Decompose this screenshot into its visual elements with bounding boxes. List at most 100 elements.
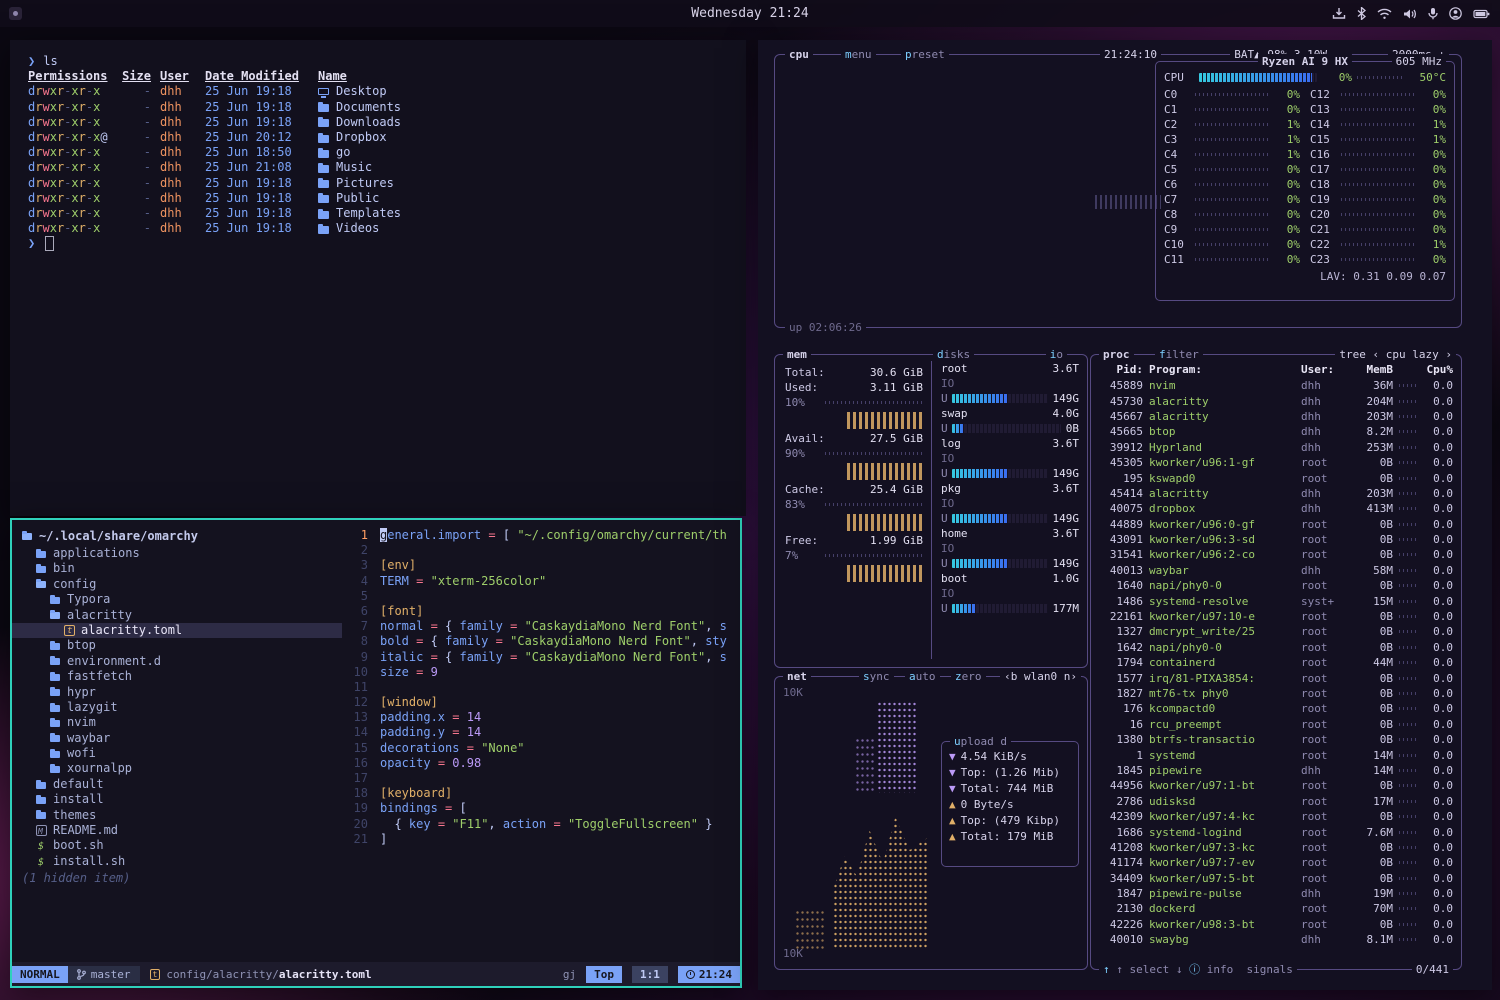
tree-item[interactable]: README.md: [12, 823, 342, 838]
editor-line[interactable]: 14padding.y = 14: [342, 725, 740, 740]
editor-line[interactable]: 17: [342, 771, 740, 786]
process-row[interactable]: 44889 kworker/u96:0-gf root 0B 0.0: [1099, 517, 1453, 532]
tree-root[interactable]: ~/.local/share/omarchy: [12, 528, 342, 544]
tree-item[interactable]: fastfetch: [12, 669, 342, 684]
tree-item[interactable]: alacritty.toml: [12, 623, 342, 638]
editor-line[interactable]: 16opacity = 0.98: [342, 756, 740, 771]
col-program[interactable]: Program:: [1149, 362, 1295, 377]
process-row[interactable]: 34409 kworker/u97:5-bt root 0B 0.0: [1099, 871, 1453, 886]
mic-icon[interactable]: [1428, 7, 1438, 20]
process-row[interactable]: 45730 alacritty dhh 204M 0.0: [1099, 393, 1453, 408]
editor-line[interactable]: 15decorations = "None": [342, 741, 740, 756]
battery-icon[interactable]: [1473, 9, 1490, 19]
process-row[interactable]: 42226 kworker/u98:3-bt root 0B 0.0: [1099, 917, 1453, 932]
editor-line[interactable]: 12[window]: [342, 695, 740, 710]
volume-icon[interactable]: [1403, 8, 1417, 20]
tree-item[interactable]: environment.d: [12, 654, 342, 669]
process-row[interactable]: 1 systemd root 14M 0.0: [1099, 747, 1453, 762]
editor-line[interactable]: 20 { key = "F11", action = "ToggleFullsc…: [342, 817, 740, 832]
proc-footer-controls[interactable]: ↑ ↑ select ↓ ⓘ info signals: [1099, 962, 1297, 977]
editor-line[interactable]: 13padding.x = 14: [342, 710, 740, 725]
process-row[interactable]: 40013 waybar dhh 58M 0.0: [1099, 563, 1453, 578]
tree-item[interactable]: applications: [12, 546, 342, 561]
tree-item[interactable]: install.sh: [12, 854, 342, 869]
net-box-title[interactable]: net: [783, 669, 811, 684]
editor-line[interactable]: 1general.import = [ "~/.config/omarchy/c…: [342, 528, 740, 543]
tree-item[interactable]: themes: [12, 808, 342, 823]
process-row[interactable]: 22161 kworker/u97:10-e root 0B 0.0: [1099, 609, 1453, 624]
net-zero-button[interactable]: zero: [951, 669, 986, 684]
process-row[interactable]: 40075 dropbox dhh 413M 0.0: [1099, 501, 1453, 516]
process-row[interactable]: 44956 kworker/u97:1-bt root 0B 0.0: [1099, 778, 1453, 793]
user-icon[interactable]: [1449, 7, 1462, 20]
process-row[interactable]: 1845 pipewire dhh 14M 0.0: [1099, 763, 1453, 778]
process-row[interactable]: 1686 systemd-logind root 7.6M 0.0: [1099, 824, 1453, 839]
tray-download-icon[interactable]: [1332, 7, 1346, 20]
editor-line[interactable]: 19bindings = [: [342, 801, 740, 816]
tree-item[interactable]: install: [12, 792, 342, 807]
process-row[interactable]: 1380 btrfs-transactio root 0B 0.0: [1099, 732, 1453, 747]
col-cpu[interactable]: Cpu%: [1423, 362, 1453, 377]
proc-sort-controls[interactable]: tree ‹ cpu lazy ›: [1335, 347, 1456, 362]
editor-line[interactable]: 7normal = { family = "CaskaydiaMono Nerd…: [342, 619, 740, 634]
process-row[interactable]: 1577 irq/81-PIXA3854: root 0B 0.0: [1099, 670, 1453, 685]
tree-item[interactable]: alacritty: [12, 608, 342, 623]
process-row[interactable]: 1640 napi/phy0-0 root 0B 0.0: [1099, 578, 1453, 593]
editor-line[interactable]: 3[env]: [342, 558, 740, 573]
disks-toggle[interactable]: disks: [933, 347, 974, 362]
process-row[interactable]: 1486 systemd-resolve syst+ 15M 0.0: [1099, 593, 1453, 608]
editor-line[interactable]: 18[keyboard]: [342, 786, 740, 801]
bluetooth-icon[interactable]: [1357, 7, 1366, 20]
process-row[interactable]: 2786 udisksd root 17M 0.0: [1099, 794, 1453, 809]
editor-line[interactable]: 6[font]: [342, 604, 740, 619]
launcher-icon[interactable]: [9, 7, 22, 20]
process-row[interactable]: 1847 pipewire-pulse dhh 19M 0.0: [1099, 886, 1453, 901]
preset-button[interactable]: preset: [901, 47, 949, 62]
cpu-box-title[interactable]: cpu: [785, 47, 813, 62]
tree-item[interactable]: config: [12, 577, 342, 592]
process-row[interactable]: 31541 kworker/u96:2-co root 0B 0.0: [1099, 547, 1453, 562]
editor-line[interactable]: 8bold = { family = "CaskaydiaMono Nerd F…: [342, 634, 740, 649]
filter-button[interactable]: filter: [1155, 347, 1203, 362]
editor-line[interactable]: 5: [342, 589, 740, 604]
tree-item[interactable]: waybar: [12, 731, 342, 746]
editor-line[interactable]: 11: [342, 680, 740, 695]
process-row[interactable]: 45667 alacritty dhh 203M 0.0: [1099, 409, 1453, 424]
mem-box-title[interactable]: mem: [783, 347, 811, 362]
process-row[interactable]: 176 kcompactd0 root 0B 0.0: [1099, 701, 1453, 716]
process-row[interactable]: 195 kswapd0 root 0B 0.0: [1099, 470, 1453, 485]
process-row[interactable]: 45305 kworker/u96:1-gf root 0B 0.0: [1099, 455, 1453, 470]
proc-box-title[interactable]: proc: [1099, 347, 1134, 362]
tree-item[interactable]: wofi: [12, 746, 342, 761]
tree-item[interactable]: nvim: [12, 715, 342, 730]
process-row[interactable]: 2130 dockerd root 70M 0.0: [1099, 901, 1453, 916]
tree-item[interactable]: xournalpp: [12, 761, 342, 776]
editor-line[interactable]: 10size = 9: [342, 665, 740, 680]
process-row[interactable]: 41174 kworker/u97:7-ev root 0B 0.0: [1099, 855, 1453, 870]
net-interface[interactable]: ‹b wlan0 n›: [1000, 669, 1081, 684]
editor-pane[interactable]: 1general.import = [ "~/.config/omarchy/c…: [342, 520, 740, 962]
process-row[interactable]: 41208 kworker/u97:3-kc root 0B 0.0: [1099, 840, 1453, 855]
tree-item[interactable]: hypr: [12, 685, 342, 700]
col-pid[interactable]: Pid:: [1099, 362, 1143, 377]
prompt-line-empty[interactable]: ❯: [28, 236, 746, 251]
process-row[interactable]: 16 rcu_preempt root 0B 0.0: [1099, 717, 1453, 732]
tree-item[interactable]: boot.sh: [12, 838, 342, 853]
process-row[interactable]: 43091 kworker/u96:3-sd root 0B 0.0: [1099, 532, 1453, 547]
process-row[interactable]: 1827 mt76-tx phy0 root 0B 0.0: [1099, 686, 1453, 701]
process-row[interactable]: 1327 dmcrypt_write/25 root 0B 0.0: [1099, 624, 1453, 639]
editor-line[interactable]: 9italic = { family = "CaskaydiaMono Nerd…: [342, 650, 740, 665]
process-row[interactable]: 39912 Hyprland dhh 253M 0.0: [1099, 440, 1453, 455]
editor-line[interactable]: 4TERM = "xterm-256color": [342, 574, 740, 589]
process-row[interactable]: 45665 btop dhh 8.2M 0.0: [1099, 424, 1453, 439]
io-toggle[interactable]: io: [1046, 347, 1067, 362]
tree-item[interactable]: default: [12, 777, 342, 792]
tree-item[interactable]: btop: [12, 638, 342, 653]
process-row[interactable]: 45889 nvim dhh 36M 0.0: [1099, 378, 1453, 393]
editor-line[interactable]: 21]: [342, 832, 740, 847]
col-user[interactable]: User:: [1301, 362, 1345, 377]
tree-item[interactable]: lazygit: [12, 700, 342, 715]
menu-button[interactable]: menu: [841, 47, 876, 62]
tree-item[interactable]: bin: [12, 561, 342, 576]
wifi-icon[interactable]: [1377, 8, 1392, 20]
